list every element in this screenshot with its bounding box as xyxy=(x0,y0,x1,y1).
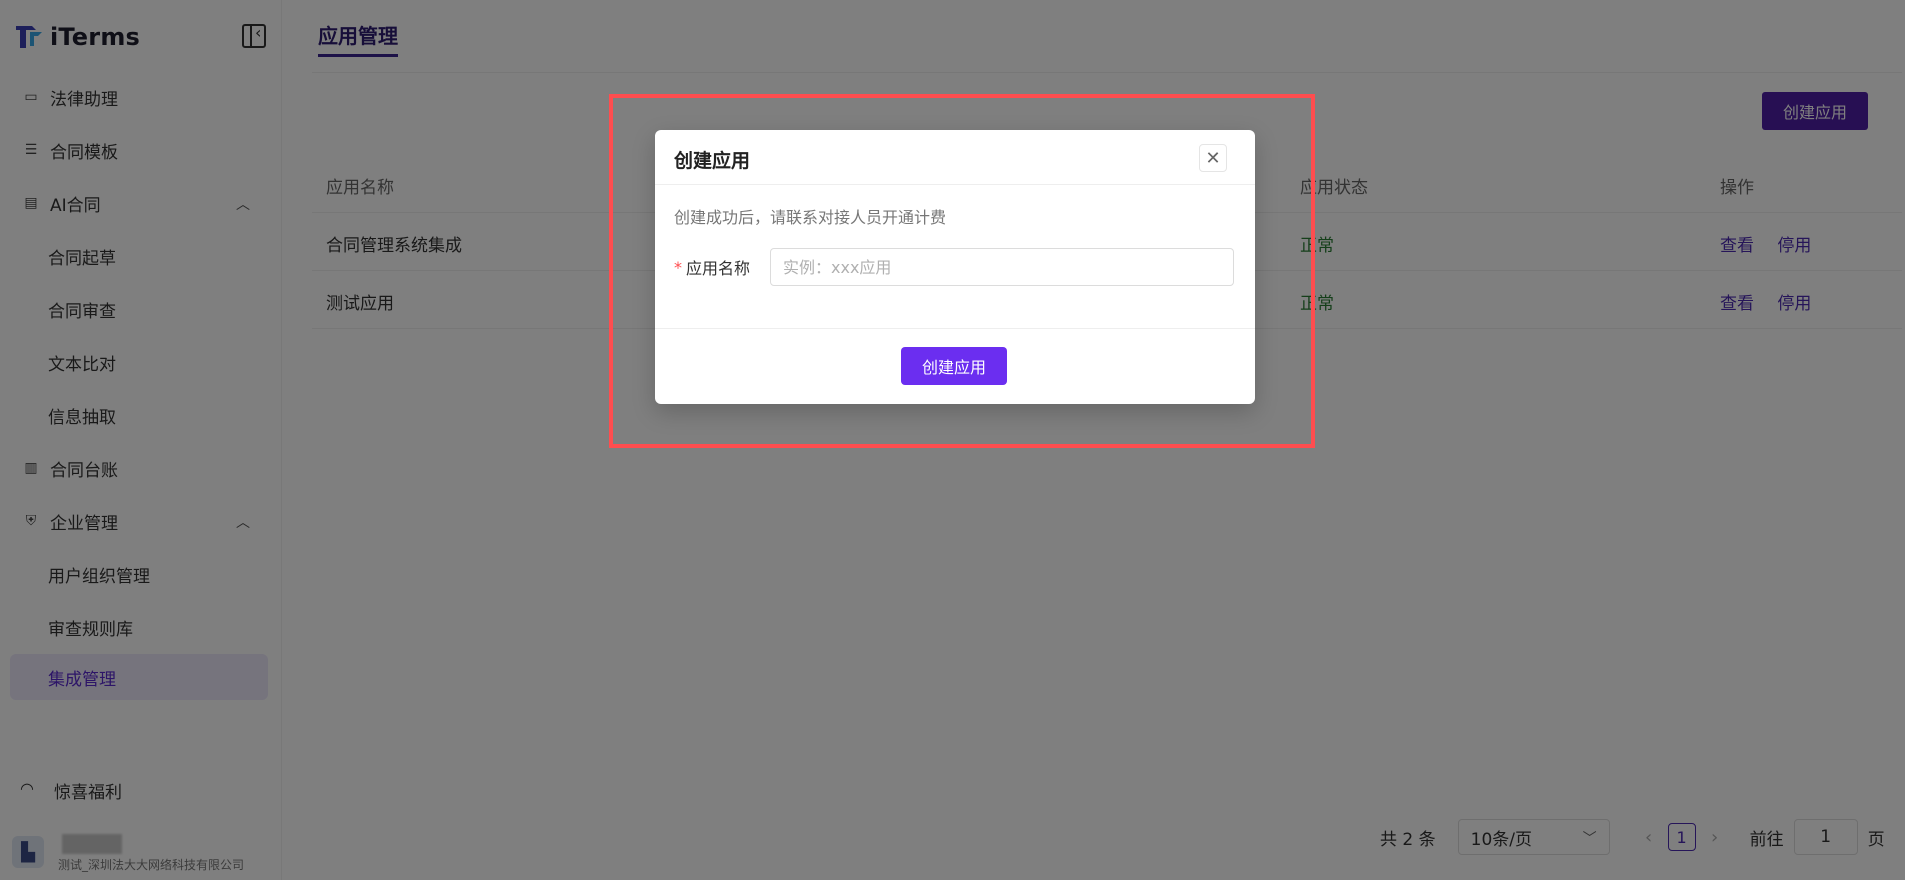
create-app-dialog: 创建应用 ✕ 创建成功后，请联系对接人员开通计费 * 应用名称 创建应用 xyxy=(655,130,1255,404)
submit-create-app-button[interactable]: 创建应用 xyxy=(901,347,1007,385)
dialog-footer: 创建应用 xyxy=(655,328,1255,404)
app-name-input[interactable] xyxy=(770,248,1234,286)
required-mark: * xyxy=(674,257,682,277)
dialog-description: 创建成功后，请联系对接人员开通计费 xyxy=(674,208,947,227)
dialog-title: 创建应用 xyxy=(674,150,751,172)
app-name-label: 应用名称 xyxy=(686,259,751,278)
app-root: iTerms ▭ 法律助理 ☰ 合同模板 ▤ AI合同 ︿ 合同起草 合同审查 … xyxy=(0,0,1905,880)
dialog-header: 创建应用 ✕ xyxy=(655,130,1255,185)
close-icon[interactable]: ✕ xyxy=(1199,144,1227,172)
app-name-form-row: * 应用名称 xyxy=(674,248,1234,286)
